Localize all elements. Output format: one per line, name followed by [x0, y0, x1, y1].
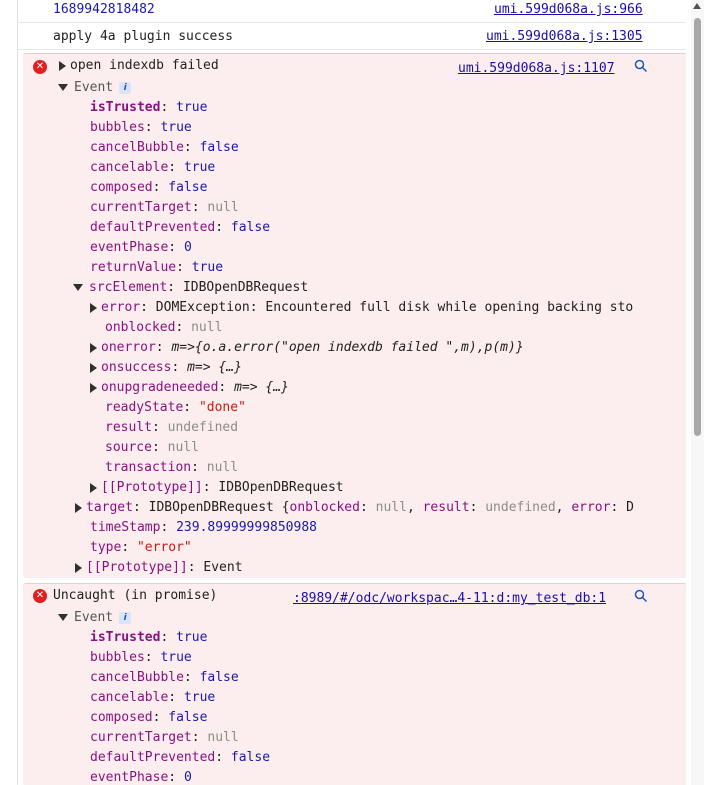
- scroll-thumb[interactable]: [694, 18, 701, 436]
- event-label: Event: [74, 80, 114, 95]
- error-title-toggle[interactable]: open indexdb failed: [59, 56, 219, 76]
- error-icon: ✕: [33, 60, 47, 74]
- expand-arrow-icon: [90, 482, 97, 493]
- message-text: apply 4a plugin success: [53, 29, 234, 44]
- source-link[interactable]: umi.599d068a.js:1107: [458, 59, 615, 79]
- expand-arrow-icon: [90, 342, 97, 353]
- event-toggle[interactable]: Event i: [58, 78, 132, 98]
- prop-row: type: "error": [90, 540, 192, 555]
- prop-row: cancelBubble: false: [90, 670, 239, 685]
- prop-row: cancelable: true: [90, 690, 216, 705]
- prop-row: cancelable: true: [90, 160, 216, 175]
- expand-arrow-icon: [90, 362, 97, 373]
- prop-row: bubbles: true: [90, 650, 192, 665]
- prop-row: defaultPrevented: false: [90, 220, 271, 235]
- prop-row: defaultPrevented: false: [90, 750, 271, 765]
- error-message: ✕ open indexdb failed umi.599d068a.js:11…: [23, 53, 686, 578]
- expand-arrow-icon: [90, 382, 97, 393]
- vertical-scrollbar[interactable]: [691, 0, 704, 785]
- prop-row-expandable[interactable]: onsuccess: m=> {…}: [90, 358, 242, 378]
- expand-arrow-icon: [59, 60, 66, 71]
- message-text: 1689942818482: [53, 2, 155, 17]
- prop-row: bubbles: true: [90, 120, 192, 135]
- prop-row-expandable[interactable]: [[Prototype]]: Event: [75, 558, 243, 578]
- prop-row: onblocked: null: [105, 320, 223, 335]
- prop-row: eventPhase: 0: [90, 240, 192, 255]
- console-message: apply 4a plugin success umi.599d068a.js:…: [18, 27, 686, 50]
- error-title: open indexdb failed: [70, 58, 219, 73]
- info-icon[interactable]: i: [119, 611, 132, 624]
- search-icon[interactable]: [634, 589, 648, 603]
- error-message: ✕ Uncaught (in promise) :8989/#/odc/work…: [23, 583, 686, 785]
- source-link[interactable]: umi.599d068a.js:1305: [486, 27, 643, 47]
- console-message: 1689942818482 umi.599d068a.js:966: [18, 0, 686, 23]
- prop-row: cancelBubble: false: [90, 140, 239, 155]
- prop-row: isTrusted: true: [90, 630, 208, 645]
- event-toggle[interactable]: Event i: [58, 608, 132, 628]
- prop-row: readyState: "done": [105, 400, 246, 415]
- expand-arrow-icon: [75, 502, 82, 513]
- info-icon[interactable]: i: [119, 81, 132, 94]
- expand-arrow-icon: [90, 302, 97, 313]
- prop-row: composed: false: [90, 180, 208, 195]
- prop-row: composed: false: [90, 710, 208, 725]
- prop-row-expandable[interactable]: error: DOMException: Encountered full di…: [90, 298, 660, 318]
- source-link[interactable]: umi.599d068a.js:966: [494, 0, 643, 20]
- prop-row-expandable[interactable]: [[Prototype]]: IDBOpenDBRequest: [90, 478, 344, 498]
- prop-row: timeStamp: 239.89999999850988: [90, 520, 317, 535]
- error-title: Uncaught (in promise): [53, 588, 218, 603]
- src-element-toggle[interactable]: srcElement: IDBOpenDBRequest: [73, 278, 308, 298]
- collapse-arrow-icon: [58, 614, 68, 621]
- error-icon: ✕: [33, 589, 47, 603]
- prop-row-expandable[interactable]: onupgradeneeded: m=> {…}: [90, 378, 289, 398]
- prop-row-expandable[interactable]: target: IDBOpenDBRequest {onblocked: nul…: [75, 498, 659, 518]
- source-link[interactable]: :8989/#/odc/workspac…4-11:d:my_test_db:1: [293, 589, 606, 609]
- event-label: Event: [74, 610, 114, 625]
- prop-row: currentTarget: null: [90, 730, 239, 745]
- prop-row: returnValue: true: [90, 260, 224, 275]
- prop-row: eventPhase: 0: [90, 770, 192, 785]
- prop-row: currentTarget: null: [90, 200, 239, 215]
- collapse-arrow-icon: [58, 84, 68, 91]
- search-icon[interactable]: [634, 59, 648, 73]
- expand-arrow-icon: [75, 562, 82, 573]
- collapse-arrow-icon: [73, 284, 83, 291]
- prop-row: result: undefined: [105, 420, 239, 435]
- console-panel: 1689942818482 umi.599d068a.js:966 apply …: [17, 0, 686, 785]
- prop-row: isTrusted: true: [90, 100, 208, 115]
- scroll-up-icon[interactable]: [693, 3, 701, 9]
- prop-row: transaction: null: [105, 460, 239, 475]
- prop-row: source: null: [105, 440, 199, 455]
- prop-row-expandable[interactable]: onerror: m=>{o.a.error("open indexdb fai…: [90, 338, 524, 358]
